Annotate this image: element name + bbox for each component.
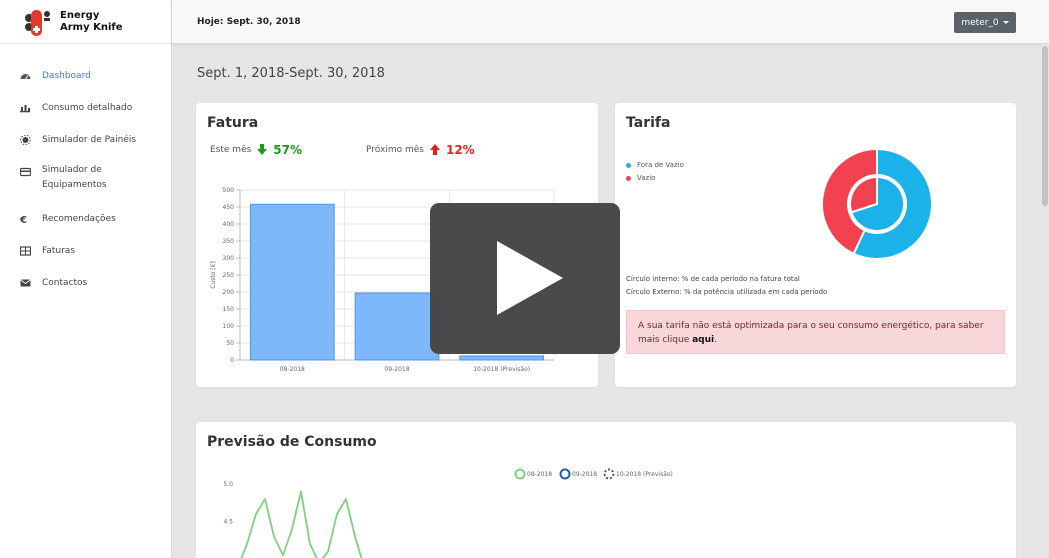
legend-marker bbox=[559, 468, 571, 480]
table-icon bbox=[19, 246, 32, 256]
sidebar-item-paineis[interactable]: Simulador de Painéis bbox=[0, 134, 171, 166]
video-play-button[interactable] bbox=[430, 203, 620, 354]
top-bar: Hoje: Sept. 30, 2018 meter_0 bbox=[172, 0, 1049, 44]
bar-chart-icon bbox=[20, 103, 32, 113]
play-icon bbox=[497, 241, 563, 315]
swiss-knife-icon bbox=[22, 6, 54, 38]
sidebar-item-consumo[interactable]: Consumo detalhado bbox=[0, 102, 171, 134]
sidebar-item-dashboard[interactable]: Dashboard bbox=[0, 70, 171, 102]
previsao-line-chart: 08-2018 09-2018 10-2018 (Previsão) 5.0 4.5 bbox=[223, 468, 673, 558]
sidebar-nav: Dashboard Consumo detalhado Simulador de… bbox=[0, 44, 171, 309]
x-tick-label: 09-2018 bbox=[384, 366, 409, 373]
sidebar-item-contactos[interactable]: Contactos bbox=[0, 277, 171, 309]
sidebar-item-label: Dashboard bbox=[42, 71, 91, 81]
y-tick-label: 150 bbox=[223, 306, 235, 313]
date-range: Sept. 1, 2018-Sept. 30, 2018 bbox=[197, 66, 385, 81]
tarifa-card: Tarifa Fora de Vazio Vazio Círculo inter… bbox=[615, 103, 1016, 387]
sidebar-item-label: Consumo detalhado bbox=[42, 103, 133, 113]
sidebar: Energy Army Knife Dashboard Consumo deta… bbox=[0, 0, 172, 558]
tariff-alert: A sua tarifa não está optimizada para o … bbox=[626, 310, 1005, 354]
meter-select-label: meter_0 bbox=[961, 17, 999, 28]
meter-select-button[interactable]: meter_0 bbox=[954, 12, 1016, 33]
alert-link[interactable]: aqui bbox=[692, 335, 714, 345]
sidebar-item-label: Simulador de Equipamentos bbox=[42, 165, 107, 190]
euro-icon: € bbox=[19, 214, 32, 226]
y-tick-label: 100 bbox=[223, 323, 235, 330]
device-icon bbox=[19, 167, 32, 177]
legend-label: 09-2018 bbox=[572, 471, 597, 478]
dashboard-icon bbox=[20, 71, 32, 81]
sidebar-item-equipamentos[interactable]: Simulador de Equipamentos bbox=[0, 165, 171, 213]
legend-label: 10-2018 (Previsão) bbox=[616, 471, 673, 478]
y-axis-label: Custo [€] bbox=[210, 261, 217, 289]
bar bbox=[249, 203, 335, 361]
sidebar-item-label: Faturas bbox=[42, 246, 76, 256]
app-name-line1: Energy bbox=[60, 9, 100, 21]
sun-icon bbox=[20, 134, 32, 146]
sidebar-item-recomendacoes[interactable]: € Recomendações bbox=[0, 213, 171, 245]
scrollbar-thumb[interactable] bbox=[1042, 46, 1048, 206]
envelope-icon bbox=[20, 278, 32, 288]
alert-text: A sua tarifa não está optimizada para o … bbox=[638, 321, 984, 345]
sidebar-item-faturas[interactable]: Faturas bbox=[0, 245, 171, 277]
y-tick-label: 450 bbox=[223, 204, 235, 211]
app-name-line2: Army Knife bbox=[60, 21, 123, 33]
bar bbox=[459, 355, 545, 361]
note-inner-circle: Círculo interno: % de cada período na fa… bbox=[626, 275, 800, 283]
y-tick-label: 250 bbox=[223, 272, 235, 279]
y-tick-label: 300 bbox=[223, 255, 235, 262]
caret-down-icon bbox=[1002, 21, 1009, 24]
svg-text:€: € bbox=[20, 215, 27, 224]
y-tick-label: 350 bbox=[223, 238, 235, 245]
legend-marker bbox=[514, 468, 526, 480]
sidebar-item-label: Contactos bbox=[42, 278, 88, 288]
legend-label: 08-2018 bbox=[527, 471, 552, 478]
y-tick-label: 200 bbox=[223, 289, 235, 296]
x-tick-label: 08-2018 bbox=[280, 366, 305, 373]
sidebar-item-label: Simulador de Painéis bbox=[42, 135, 137, 145]
alert-end: . bbox=[714, 335, 717, 345]
tarifa-title: Tarifa bbox=[626, 115, 671, 131]
y-tick-label: 0 bbox=[230, 357, 234, 364]
bar bbox=[354, 292, 440, 361]
y-tick-label: 500 bbox=[223, 187, 235, 194]
app-logo[interactable]: Energy Army Knife bbox=[0, 0, 171, 44]
y-tick-label: 400 bbox=[223, 221, 235, 228]
x-tick-label: 10-2018 (Previsão) bbox=[473, 366, 530, 373]
today-date: Hoje: Sept. 30, 2018 bbox=[197, 17, 301, 27]
sidebar-item-label: Recomendações bbox=[42, 214, 116, 224]
note-outer-circle: Círculo Externo: % da potência utilizada… bbox=[626, 288, 828, 296]
y-tick-label: 4.5 bbox=[223, 519, 233, 526]
legend-marker bbox=[603, 468, 615, 480]
y-tick-label: 5.0 bbox=[223, 481, 233, 488]
previsao-card: Previsão de Consumo 08-2018 09-2018 10-201… bbox=[196, 422, 1016, 558]
series-line-08-2018 bbox=[240, 490, 363, 558]
y-tick-label: 50 bbox=[226, 340, 234, 347]
